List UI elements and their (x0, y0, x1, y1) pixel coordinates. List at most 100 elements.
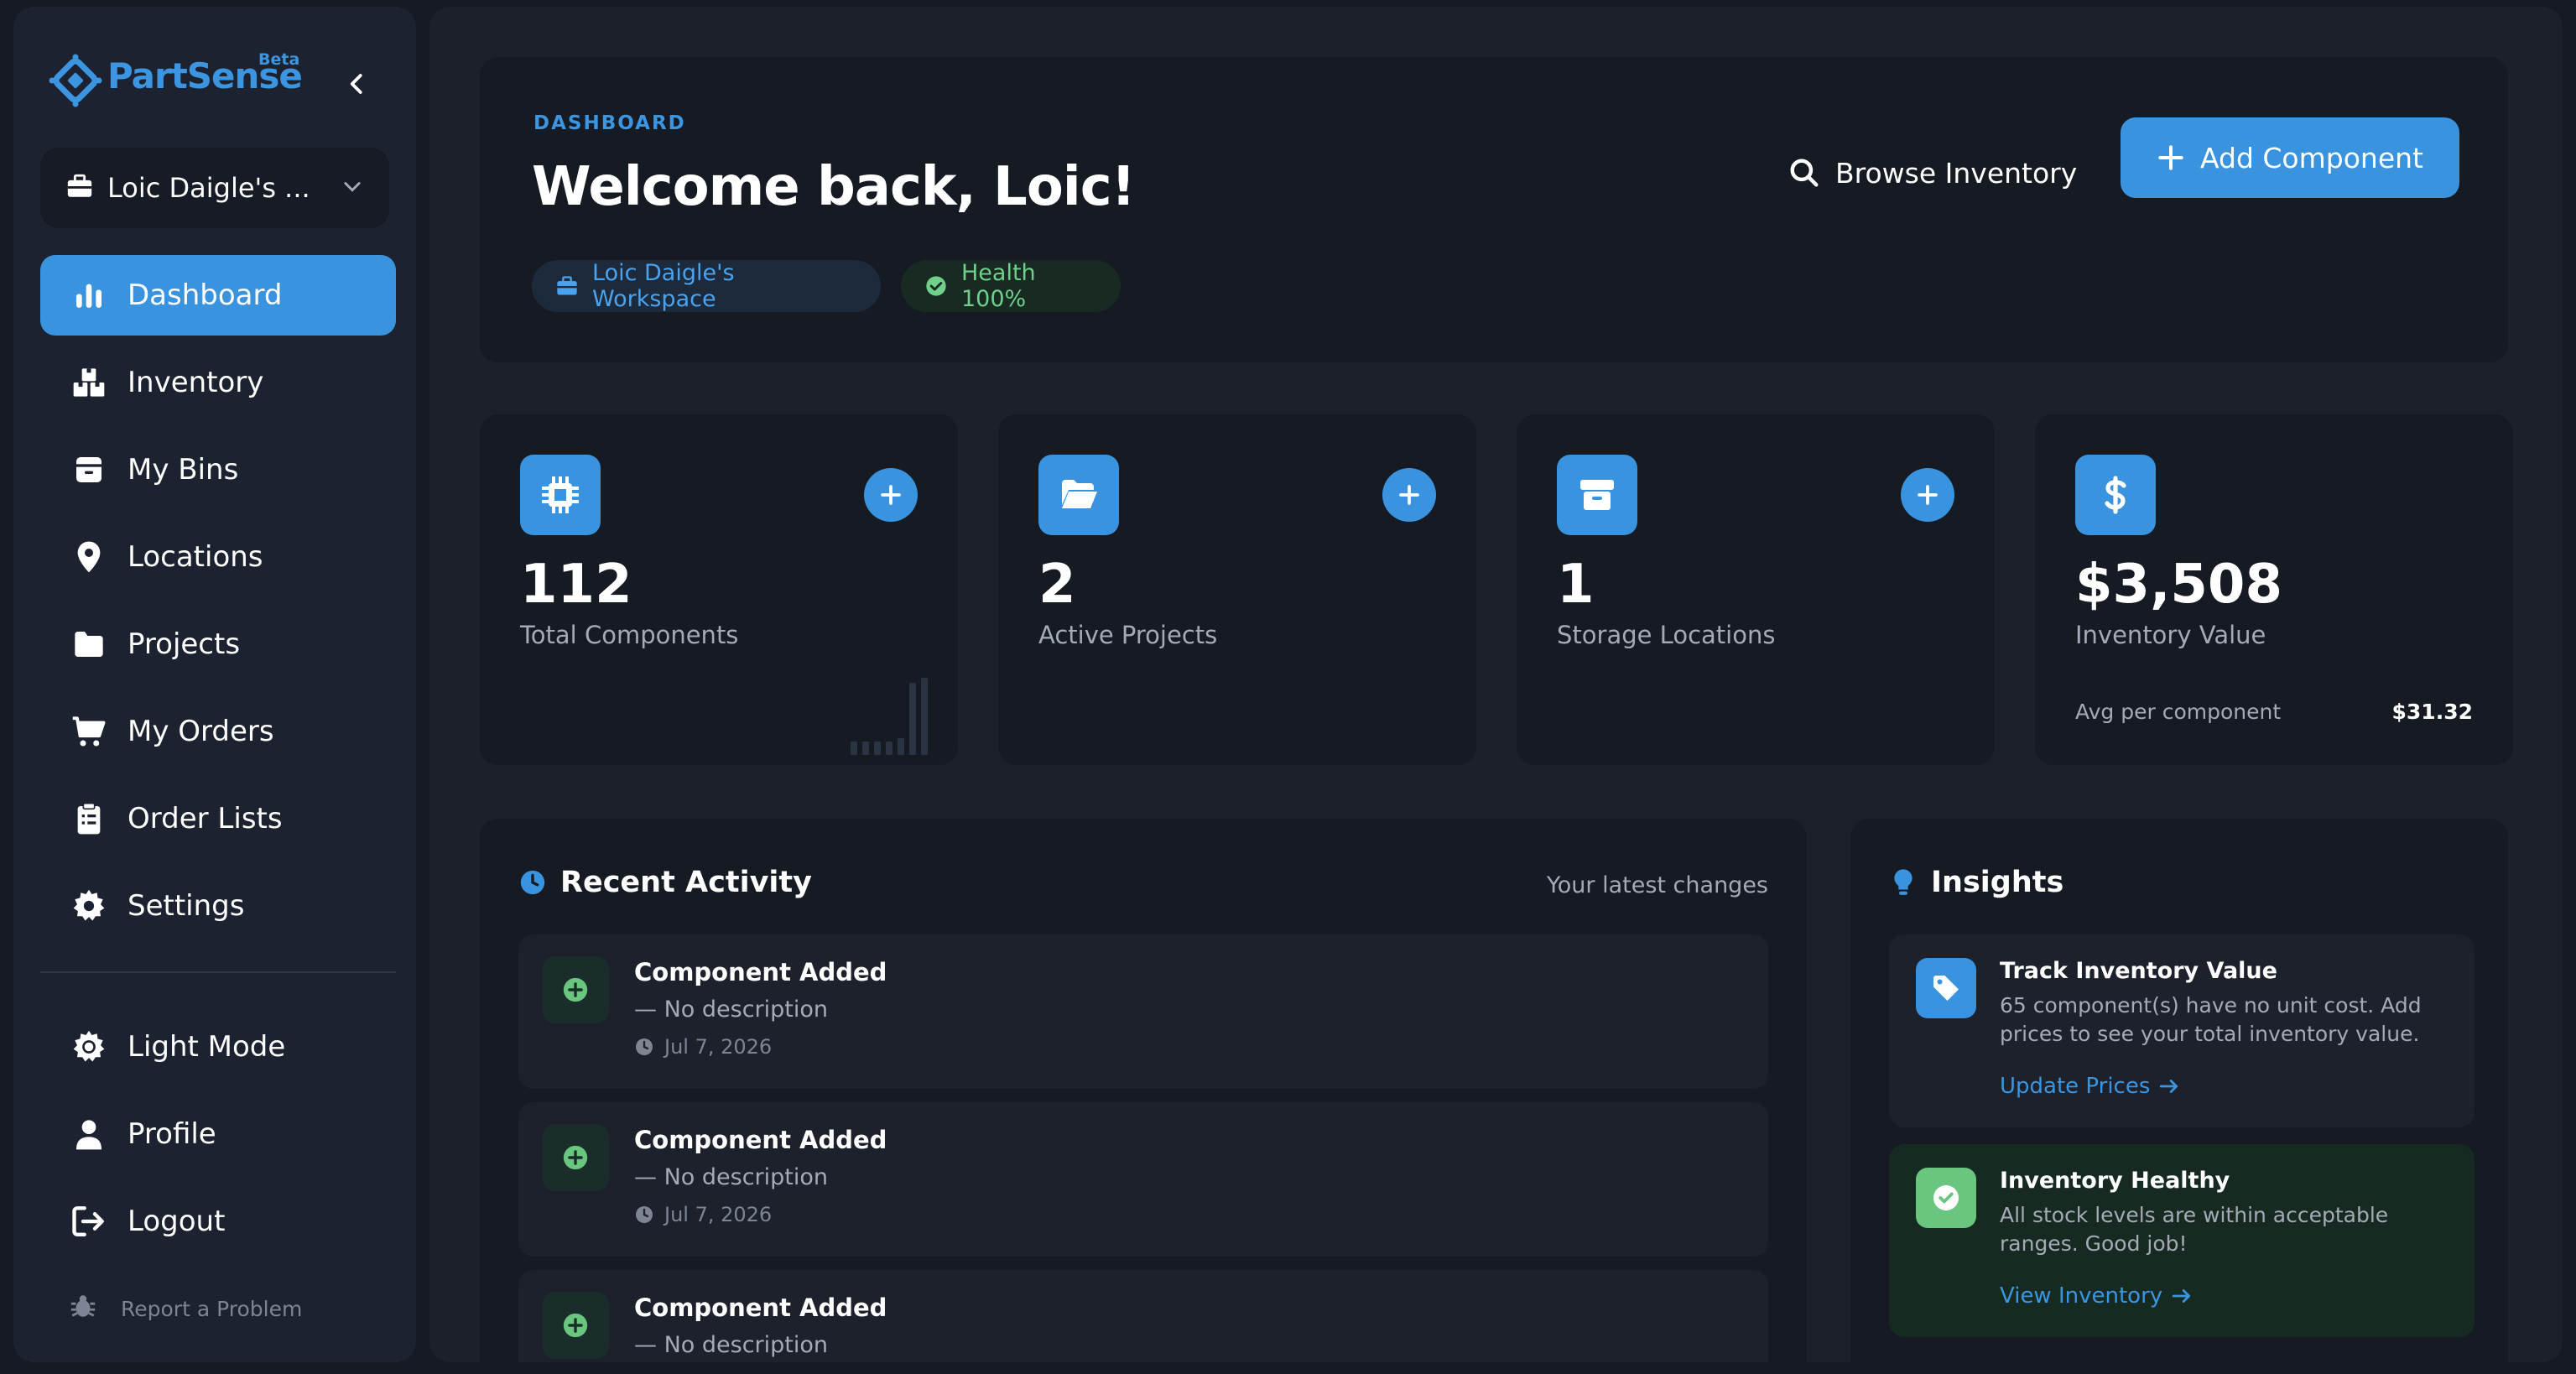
activity-item[interactable]: Component Added — No description Jul 7, … (518, 934, 1768, 1089)
map-pin-icon (69, 537, 109, 577)
chevron-left-icon (350, 74, 362, 94)
update-prices-link[interactable]: Update Prices (2000, 1074, 2180, 1099)
briefcase-icon (65, 172, 94, 204)
sidebar: PartSense Beta Loic Daigle's ... Dashboa… (13, 7, 416, 1362)
activity-title: Component Added (634, 1293, 887, 1322)
workspace-select-label: Loic Daigle's ... (107, 172, 310, 204)
stat-card-storage-locations: 1 Storage Locations (1517, 414, 1995, 765)
main-content: DASHBOARD Welcome back, Loic! Loic Daigl… (429, 7, 2563, 1362)
clipboard-list-icon (69, 799, 109, 839)
plus-icon (1918, 485, 1938, 505)
plus-circle-icon (542, 1292, 609, 1359)
activity-date: Jul 7, 2026 (634, 1035, 772, 1059)
nav-item-my-orders[interactable]: My Orders (40, 691, 396, 772)
logout-icon (69, 1201, 109, 1241)
bug-icon (69, 1292, 97, 1325)
recent-activity-panel: Recent Activity Your latest changes Comp… (480, 819, 1807, 1362)
briefcase-icon (555, 274, 579, 298)
nav-item-label: Profile (127, 1117, 216, 1151)
bar-chart-icon (69, 275, 109, 315)
add-component-button[interactable]: Add Component (2121, 117, 2459, 198)
add-project-plus-button[interactable] (1382, 468, 1436, 522)
view-inventory-link[interactable]: View Inventory (2000, 1283, 2193, 1309)
tag-icon (1916, 958, 1976, 1018)
folder-open-icon (1038, 455, 1119, 535)
sparkline-decoration (851, 678, 928, 755)
insights-header: Insights (1889, 866, 2063, 899)
report-problem-link[interactable]: Report a Problem (69, 1292, 302, 1325)
insights-panel: Insights Track Inventory Value 65 compon… (1850, 819, 2508, 1362)
stat-value: $3,508 (2075, 554, 2282, 616)
nav-item-label: Light Mode (127, 1030, 286, 1064)
page-title: Welcome back, Loic! (532, 156, 1136, 218)
nav-item-settings[interactable]: Settings (40, 866, 396, 946)
gear-icon (69, 886, 109, 926)
stat-label: Total Components (520, 621, 739, 649)
stat-value: 2 (1038, 554, 1076, 616)
recent-activity-subtitle: Your latest changes (1546, 872, 1768, 898)
nav-item-projects[interactable]: Projects (40, 604, 396, 684)
workspace-badge: Loic Daigle's Workspace (532, 260, 881, 312)
avg-label: Avg per component (2075, 700, 2282, 724)
nav-item-my-bins[interactable]: My Bins (40, 429, 396, 510)
nav-item-label: My Bins (127, 453, 239, 487)
plus-circle-icon (542, 1124, 609, 1191)
stat-label: Inventory Value (2075, 621, 2266, 649)
workspace-select[interactable]: Loic Daigle's ... (40, 148, 389, 228)
inbox-icon (69, 450, 109, 490)
health-badge: Health 100% (901, 260, 1121, 312)
add-location-plus-button[interactable] (1901, 468, 1954, 522)
activity-description: — No description (634, 1164, 829, 1190)
search-icon (1788, 157, 1820, 189)
nav-item-label: Order Lists (127, 802, 283, 835)
activity-item[interactable]: Component Added — No description Jul 7, … (518, 1102, 1768, 1257)
insights-title: Insights (1931, 866, 2064, 899)
avg-value: $31.32 (2391, 700, 2473, 724)
archive-icon (1557, 455, 1637, 535)
avg-per-component: Avg per component $31.32 (2075, 700, 2473, 724)
activity-title: Component Added (634, 958, 887, 986)
dollar-icon (2075, 455, 2156, 535)
workspace-badge-label: Loic Daigle's Workspace (592, 260, 735, 312)
browse-inventory-button[interactable]: Browse Inventory (1788, 134, 2077, 211)
nav-item-dashboard[interactable]: Dashboard (40, 255, 396, 336)
check-circle-icon (924, 274, 948, 298)
insight-link-label: Update Prices (2000, 1074, 2151, 1099)
collapse-sidebar-button[interactable] (334, 60, 381, 107)
nav-item-label: Logout (127, 1205, 226, 1238)
activity-item[interactable]: Component Added — No description (518, 1270, 1768, 1362)
recent-activity-title: Recent Activity (560, 866, 812, 899)
add-component-plus-button[interactable] (864, 468, 918, 522)
stat-label: Active Projects (1038, 621, 1218, 649)
chevron-down-icon (341, 174, 364, 201)
nav-item-order-lists[interactable]: Order Lists (40, 778, 396, 859)
insight-link-label: View Inventory (2000, 1283, 2163, 1309)
beta-badge: Beta (258, 50, 300, 69)
clock-icon (518, 868, 547, 897)
lightbulb-icon (1889, 868, 1918, 897)
user-icon (69, 1114, 109, 1154)
nav-item-light-mode[interactable]: Light Mode (40, 1007, 396, 1087)
activity-date-text: Jul 7, 2026 (664, 1203, 773, 1226)
activity-date-text: Jul 7, 2026 (664, 1035, 773, 1059)
plus-icon (881, 485, 901, 505)
stat-card-total-components: 112 Total Components (480, 414, 958, 765)
nav-item-label: Locations (127, 540, 263, 574)
insight-card-inventory-healthy: Inventory Healthy All stock levels are w… (1889, 1144, 2475, 1337)
add-component-label: Add Component (2200, 141, 2423, 174)
nav-item-label: Dashboard (127, 278, 283, 312)
nav-divider (40, 971, 396, 973)
nav-item-inventory[interactable]: Inventory (40, 342, 396, 423)
sun-icon (69, 1027, 109, 1067)
report-problem-label: Report a Problem (121, 1296, 303, 1321)
page-eyebrow: DASHBOARD (533, 112, 686, 134)
recent-activity-header: Recent Activity (518, 866, 812, 899)
activity-date: Jul 7, 2026 (634, 1203, 772, 1226)
nav-item-logout[interactable]: Logout (40, 1181, 396, 1262)
nav-item-locations[interactable]: Locations (40, 517, 396, 597)
nav-item-label: My Orders (127, 715, 274, 748)
insight-card-track-value: Track Inventory Value 65 component(s) ha… (1889, 934, 2475, 1127)
nav-item-profile[interactable]: Profile (40, 1094, 396, 1174)
plus-circle-icon (542, 956, 609, 1023)
boxes-icon (69, 362, 109, 403)
